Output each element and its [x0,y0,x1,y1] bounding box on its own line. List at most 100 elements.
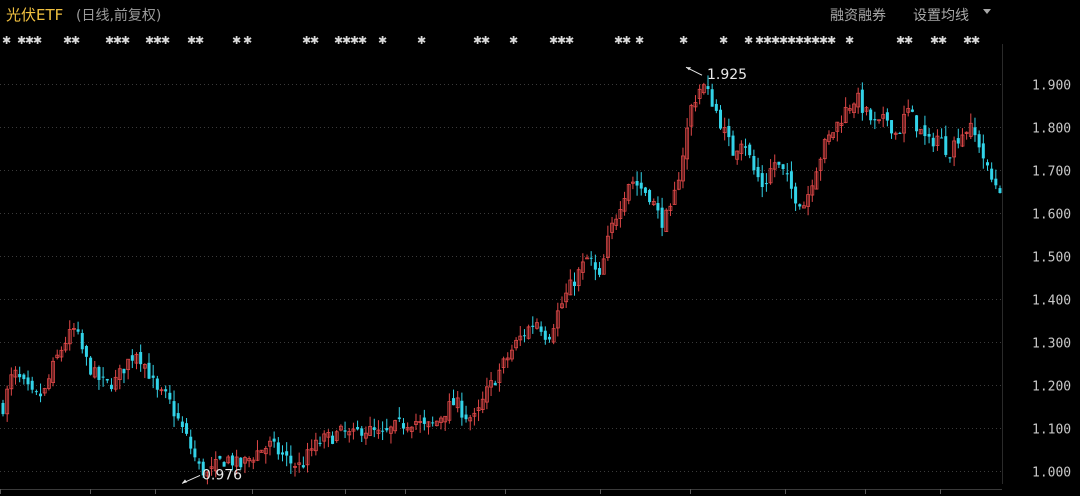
candle-body [643,187,647,193]
candle-body [931,137,935,147]
candle-body [956,138,960,144]
candle-body [706,86,710,90]
candle-body [648,190,652,203]
y-tick-label: 1.800 [1032,122,1071,137]
candle-body [910,109,914,112]
candle-body [176,413,180,419]
candle-body [193,448,197,458]
candle-body [598,268,602,275]
candle-body [385,428,389,431]
event-marker-icon: ✱ [195,34,204,47]
candle-body [76,329,80,332]
candle-body [289,455,293,464]
event-marker-icon: ✱ [121,34,130,47]
candle-body [948,157,952,159]
price-grid [0,84,1002,472]
event-marker-icon: ✱ [509,34,518,47]
candle-body [589,257,593,259]
candle-body [710,89,714,107]
candle-body [869,109,873,121]
candle-body [130,355,134,361]
event-marker-icon: ✱ [938,34,947,47]
bottom-axis [0,489,1002,494]
candlestick-chart[interactable]: ✱ ✱✱✱ ✱✱ ✱✱✱ ✱✱✱ ✱✱ ✱ ✱ ✱✱ ✱✱✱✱ ✱ ✱ ✱✱ ✱ ✱✱✱ ✱✱ ✱ ✱ ✱ ✱ ✱✱✱✱… [0,0,1080,496]
candle-body [239,457,243,468]
candle-body [593,262,597,270]
candle-body [573,281,577,287]
event-marker-icon: ✱ [2,34,11,47]
candle-body [944,136,948,155]
candle-body [168,392,172,400]
candle-body [401,423,405,429]
candle-body [714,103,718,111]
y-tick-label: 1.000 [1032,466,1071,481]
candle-body [272,438,276,442]
candle-body [981,143,985,159]
candle-body [973,127,977,136]
candle-body [731,135,735,156]
y-tick-label: 1.300 [1032,337,1071,352]
candle-body [890,120,894,134]
y-tick-label: 1.400 [1032,294,1071,309]
candle-body [105,378,109,381]
candle-body [656,203,660,211]
candle-body [30,380,34,390]
candle-body [547,336,551,340]
candle-body [994,178,998,186]
candle-body [360,428,364,436]
candle-body [860,89,864,113]
candle-body [431,422,435,424]
candle-body [356,427,360,430]
candle-body [635,181,639,186]
candle-body [764,183,768,185]
candle-body [985,162,989,166]
candle-body [222,462,226,467]
y-tick-label: 1.900 [1032,79,1071,94]
price-axis: 1.000 1.100 1.200 1.300 1.400 1.500 1.600 1.700… [1002,44,1071,484]
event-marker-icon: ✱ [971,34,980,47]
event-marker-icon: ✱ [719,34,728,47]
candle-body [719,109,723,129]
candle-body [760,173,764,188]
y-tick-label: 1.700 [1032,165,1071,180]
candle-body [785,173,789,175]
candle-body [744,146,748,148]
candle-body [218,456,222,459]
candle-body [460,400,464,418]
candle-body [464,414,468,420]
candle-body [752,155,756,171]
candle-body [147,362,151,379]
event-marker-icon: ✱ [679,34,688,47]
candle-body [39,393,43,397]
event-marker-icon: ✱ [635,34,644,47]
y-tick-label: 1.600 [1032,208,1071,223]
candle-body [80,333,84,350]
candle-body [531,325,535,327]
candle-body [381,430,385,432]
candle-body [84,346,88,357]
candle-body [372,427,376,431]
candle-body [101,376,105,378]
event-marker-icon: ✱ [378,34,387,47]
candle-body [727,126,731,138]
candle-body [543,330,547,340]
candle-body [89,357,93,375]
candle-body [452,398,456,406]
event-marker-icon: ✱ [481,34,490,47]
low-price-label: 0.976 [202,467,242,483]
candle-body [172,401,176,417]
candle-body [22,374,26,380]
candle-body [927,134,931,137]
candle-body [748,144,752,156]
candle-body [97,366,101,380]
candle-body [230,455,234,466]
candle-body [798,204,802,207]
candle-body [422,417,426,424]
candle-body [585,257,589,260]
candle-body [276,442,280,455]
candles [1,75,1002,485]
candle-body [789,171,793,189]
candle-body [977,134,981,148]
event-marker-icon: ✱ [827,34,836,47]
event-marker-icon: ✱ [744,34,753,47]
